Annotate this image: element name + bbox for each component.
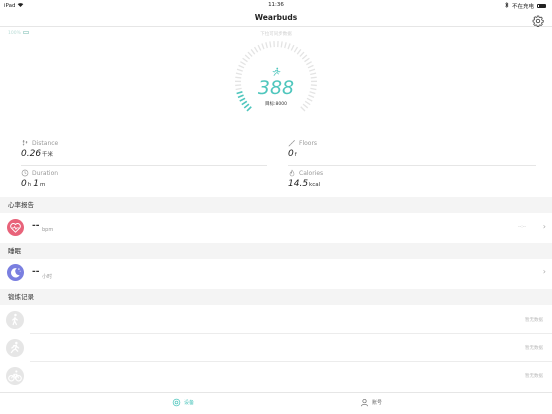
gauge-tick — [301, 54, 308, 60]
chevron-right-icon: › — [542, 267, 546, 276]
gauge-tick — [290, 44, 295, 51]
gauge-tick — [299, 51, 305, 57]
sleep-section-header: 睡眠 — [0, 243, 552, 259]
sleep-unit: 小时 — [42, 274, 53, 280]
exercise-item-cycling[interactable]: 暂无数据 — [0, 362, 552, 390]
calories-label: Calories — [299, 169, 324, 177]
running-icon — [271, 62, 281, 76]
gauge-tick — [257, 44, 262, 51]
heart-icon — [7, 219, 24, 236]
tab-account[interactable]: 账号 — [360, 398, 382, 407]
duration-minutes: 1 — [33, 179, 39, 189]
floors-stat: Floors 0f — [288, 139, 536, 166]
step-count: 388 — [257, 77, 295, 99]
duration-stat: Duration 0h 1m — [21, 169, 267, 190]
gauge-tick — [306, 61, 312, 66]
calories-stat: Calories 14.5kcal — [288, 169, 536, 190]
gear-icon[interactable] — [532, 12, 544, 27]
page-title: Wearbuds — [254, 13, 298, 22]
exercise-item-running[interactable]: 暂无数据 — [0, 334, 552, 362]
exercise-status: 暂无数据 — [525, 318, 543, 323]
heart-rate-time: --:-- — [517, 225, 526, 230]
gauge-tick — [250, 49, 256, 55]
floors-value: 0 — [288, 149, 294, 159]
exercise-section-header: 锻炼记录 — [0, 289, 552, 305]
duration-hours: 0 — [21, 179, 27, 189]
footprint-icon — [22, 140, 28, 146]
heart-rate-row[interactable]: -- bpm --:-- › — [0, 214, 552, 240]
clock-icon — [21, 169, 29, 177]
gauge-tick — [246, 106, 252, 112]
cycling-icon — [6, 367, 24, 385]
gauge-tick — [310, 72, 317, 76]
gauge-tick — [307, 64, 314, 69]
duration-label: Duration — [32, 169, 59, 177]
gauge-tick — [300, 106, 306, 112]
gauge-tick — [244, 54, 251, 60]
heart-rate-section-header: 心率报告 — [0, 197, 552, 213]
floors-label: Floors — [299, 139, 318, 147]
gauge-tick — [238, 64, 245, 69]
distance-unit: 千米 — [42, 152, 54, 158]
distance-label: Distance — [32, 139, 59, 147]
tab-bar: 设备 账号 — [0, 392, 552, 414]
sleep-value: -- — [32, 267, 40, 277]
step-goal: 目标:8000 — [265, 102, 287, 107]
chevron-right-icon: › — [542, 222, 546, 231]
heart-rate-value: -- — [32, 221, 40, 231]
duration-minute-unit: m — [39, 182, 46, 188]
heart-rate-unit: bpm — [42, 227, 54, 233]
gauge-tick — [280, 41, 283, 48]
flame-icon — [289, 169, 295, 177]
bluetooth-icon — [505, 1, 509, 10]
gauge-tick — [309, 68, 316, 72]
calories-value: 14.5 — [288, 179, 309, 189]
gauge-tick — [261, 43, 265, 50]
floors-unit: f — [294, 152, 297, 158]
gauge-tick — [240, 61, 246, 66]
divider — [288, 165, 536, 166]
exercise-item-walking[interactable]: 暂无数据 — [0, 306, 552, 334]
status-right: 不在充电 — [505, 1, 546, 10]
gauge-tick — [265, 42, 268, 49]
gauge-tick — [236, 68, 243, 72]
gauge-tick — [293, 46, 299, 53]
gauge-tick — [242, 57, 248, 63]
duration-hour-unit: h — [27, 182, 32, 188]
tab-device[interactable]: 设备 — [172, 398, 194, 407]
moon-icon — [7, 264, 24, 281]
status-bar: iPad 11:36 不在充电 — [0, 0, 552, 10]
gauge-tick — [304, 57, 310, 63]
exercise-status: 暂无数据 — [525, 346, 543, 351]
exercise-status: 暂无数据 — [525, 374, 543, 379]
gauge-tick — [253, 46, 259, 53]
gauge-tick — [284, 42, 287, 49]
calories-unit: kcal — [309, 182, 321, 188]
tab-account-label: 账号 — [372, 400, 383, 406]
navigation-bar: Wearbuds — [0, 10, 552, 27]
sync-hint: 下拉可同步数据 — [260, 32, 292, 37]
device-icon — [172, 398, 181, 407]
battery-icon — [537, 3, 546, 9]
stairs-icon — [288, 140, 295, 147]
gauge-tick — [235, 72, 242, 76]
gauge-tick — [296, 49, 302, 55]
account-icon — [361, 399, 368, 407]
distance-stat: Distance 0.26千米 — [21, 139, 267, 166]
gauge-tick — [269, 41, 272, 48]
tab-device-label: 设备 — [184, 400, 195, 406]
charging-status: 不在充电 — [511, 4, 534, 10]
distance-value: 0.26 — [21, 149, 42, 159]
gauge-tick — [287, 43, 291, 50]
sleep-row[interactable]: -- 小时 › — [0, 260, 552, 286]
gauge-tick — [247, 51, 253, 57]
divider — [21, 165, 267, 166]
walking-icon — [6, 311, 24, 329]
running-icon — [6, 339, 24, 357]
status-time: 11:36 — [268, 2, 284, 8]
